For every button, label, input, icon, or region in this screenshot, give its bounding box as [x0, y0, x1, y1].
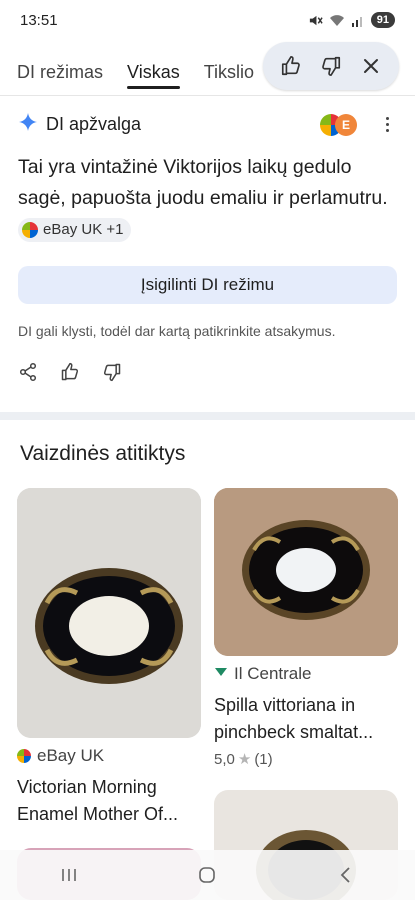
status-icons: 91: [308, 12, 395, 28]
visual-matches-title: Vaizdinės atitiktys: [20, 442, 186, 465]
result-image-2[interactable]: [214, 488, 398, 656]
sparkle-icon: [18, 112, 38, 137]
ai-overview-header: DI apžvalga E: [18, 112, 397, 137]
result-source-2-label: Il Centrale: [234, 664, 312, 683]
tab-all[interactable]: Viskas: [127, 52, 180, 92]
result-title-1[interactable]: Victorian Morning Enamel Mother Of...: [17, 774, 202, 828]
thumbs-down-small-icon[interactable]: [102, 362, 122, 382]
status-bar: 13:51 91: [0, 0, 415, 40]
ai-action-row: [18, 362, 122, 382]
close-icon[interactable]: [354, 49, 388, 83]
rating-value: 5,0: [214, 750, 235, 768]
tab-ai-mode[interactable]: DI režimas: [17, 52, 103, 92]
section-separator: [0, 412, 415, 420]
star-icon: ★: [237, 751, 252, 768]
back-icon[interactable]: [326, 855, 366, 895]
battery-badge: 91: [370, 12, 395, 28]
dive-deeper-ai-mode-button[interactable]: Įsigilinti DI režimu: [18, 266, 397, 304]
result-image-1[interactable]: [17, 488, 201, 738]
il-centrale-source-icon: [214, 664, 228, 684]
rating-count: (1): [254, 750, 273, 768]
ebay-source-icon: [17, 749, 31, 763]
ebay-chip-icon: [22, 221, 38, 238]
tab-exact[interactable]: Tikslio: [204, 52, 254, 92]
result-source-2[interactable]: Il Centrale: [214, 664, 311, 684]
system-nav-bar: [0, 850, 415, 900]
source-logos[interactable]: E: [320, 113, 357, 136]
recent-apps-icon[interactable]: [49, 855, 89, 895]
more-vert-icon[interactable]: [377, 117, 397, 132]
source-chip-label: eBay UK +1: [43, 220, 124, 238]
ai-overview-text: Tai yra vintažinė Viktorijos laikų gedul…: [18, 152, 398, 245]
status-time: 13:51: [20, 11, 58, 29]
result-title-2[interactable]: Spilla vittoriana in pinchbeck smaltat..…: [214, 692, 400, 746]
result-source-1-label: eBay UK: [37, 746, 105, 765]
ai-overview-body: Tai yra vintažinė Viktorijos laikų gedul…: [18, 156, 388, 209]
source-chip[interactable]: eBay UK +1: [18, 217, 132, 242]
signal-icon: [351, 14, 365, 27]
thumbs-up-icon[interactable]: [274, 49, 308, 83]
wifi-icon: [329, 13, 345, 27]
result-source-1[interactable]: eBay UK: [17, 746, 104, 766]
thumbs-down-icon[interactable]: [314, 49, 348, 83]
home-icon[interactable]: [187, 855, 227, 895]
ai-overview-title: DI apžvalga: [46, 114, 142, 134]
thumbs-up-small-icon[interactable]: [60, 362, 80, 382]
feedback-pill: [263, 42, 399, 90]
source-e-logo-icon: E: [335, 113, 357, 136]
result-rating-2: 5,0 ★ (1): [214, 750, 273, 769]
mute-icon: [308, 13, 323, 28]
header-divider: [0, 95, 415, 96]
ai-disclaimer: DI gali klysti, todėl dar kartą patikrin…: [18, 323, 336, 339]
share-icon[interactable]: [18, 362, 38, 382]
